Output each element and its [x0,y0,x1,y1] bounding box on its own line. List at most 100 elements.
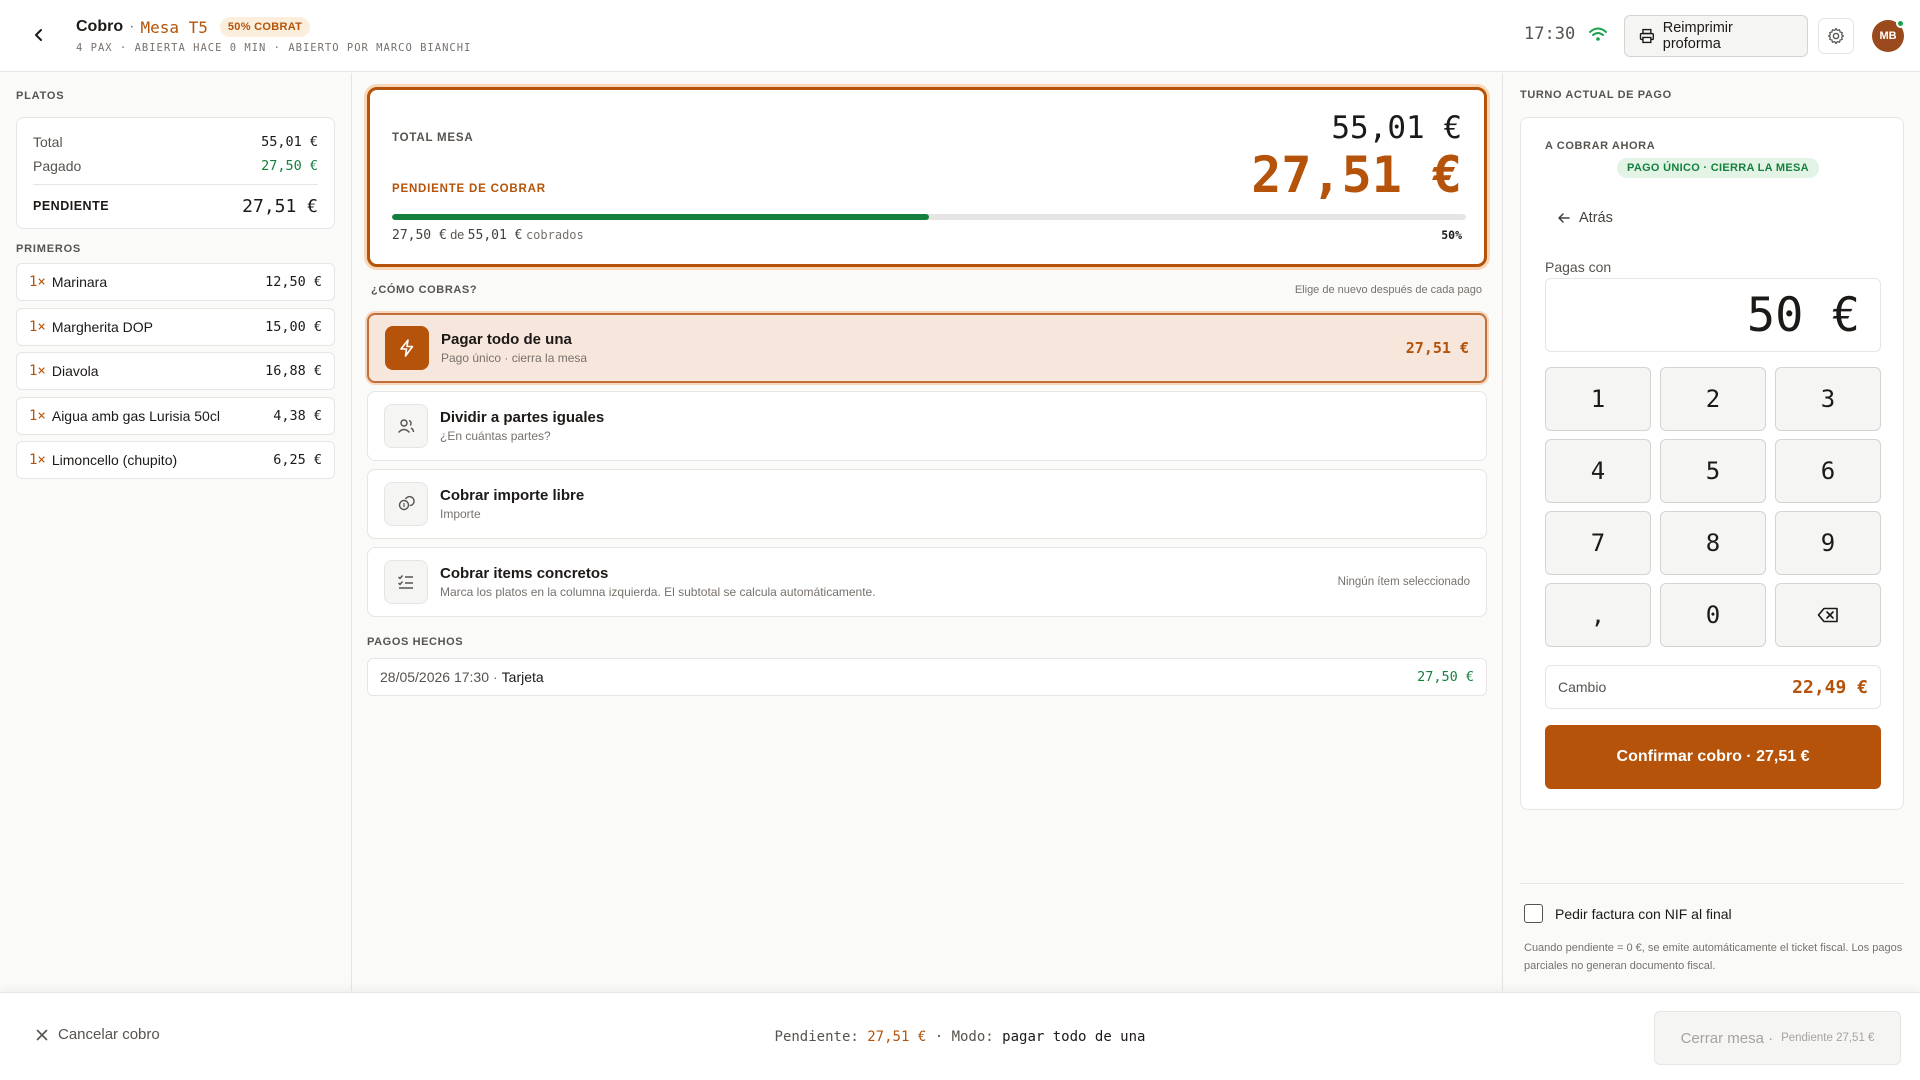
key-1[interactable]: 1 [1545,367,1651,431]
mode-value: pagar todo de una [1002,1029,1146,1045]
key-7[interactable]: 7 [1545,511,1651,575]
option-title: Cobrar importe libre [440,487,585,504]
table-meta: 4 PAX · ABIERTA HACE 0 MIN · ABIERTO POR… [76,42,472,54]
single-payment-badge: PAGO ÚNICO · CIERRA LA MESA [1617,158,1819,178]
total-label: Total [33,134,63,150]
payment-options-panel: TOTAL MESA 55,01 € PENDIENTE DE COBRAR 2… [353,73,1503,991]
change-label: Cambio [1558,679,1607,695]
option-title: Cobrar items concretos [440,565,609,582]
summary-pending-row: PENDIENTE 27,51 € [33,191,318,221]
dish-item[interactable]: 1× Margherita DOP 15,00 € [16,308,335,346]
gear-icon [1827,27,1845,45]
clock: 17:30 [1524,24,1576,44]
payment-amount: 27,50 € [1417,669,1474,685]
dish-price: 15,00 € [265,319,322,335]
printer-icon [1639,28,1654,44]
back-label: Atrás [1579,210,1613,226]
key-3[interactable]: 3 [1775,367,1881,431]
option-split-equal[interactable]: Dividir a partes iguales ¿En cuántas par… [367,391,1487,461]
selected-items-note: Ningún ítem seleccionado [1337,576,1470,588]
progress-paid: 27,50 € [392,228,447,243]
dishes-panel: PLATOS Total 55,01 € Pagado 27,50 € PEND… [0,73,352,991]
request-invoice-toggle[interactable]: Pedir factura con NIF al final [1524,904,1732,923]
payment-turn-card: A COBRAR AHORA PAGO ÚNICO · CIERRA LA ME… [1520,117,1904,810]
users-icon [384,404,428,448]
back-link[interactable]: Atrás [1557,210,1613,226]
payment-progress-fill [392,214,929,220]
dish-item[interactable]: 1× Diavola 16,88 € [16,352,335,390]
confirm-payment-button[interactable]: Confirmar cobro · 27,51 € [1545,725,1881,789]
checklist-icon [384,560,428,604]
avatar[interactable]: MB [1872,19,1905,52]
status-separator: · [934,1029,944,1045]
payment-record: 28/05/2026 17:30 · Tarjeta 27,50 € [367,658,1487,696]
dish-price: 16,88 € [265,363,322,379]
table-total-card: TOTAL MESA 55,01 € PENDIENTE DE COBRAR 2… [367,87,1487,267]
payments-made-label: PAGOS HECHOS [367,636,464,648]
dish-qty: 1× [29,274,46,290]
summary-total-row: Total 55,01 € [33,130,318,154]
option-subtitle: Marca los platos en la columna izquierda… [440,585,876,599]
status-summary: Pendiente: 27,51 € · Modo: pagar todo de… [0,1029,1920,1045]
invoice-checkbox[interactable] [1524,904,1543,923]
dish-price: 6,25 € [273,452,322,468]
arrow-left-icon [1558,213,1570,223]
payment-method-label: ¿CÓMO COBRAS? [371,284,478,296]
back-button[interactable] [22,18,56,52]
key-comma[interactable]: , [1545,583,1651,647]
paid-value: 27,50 € [261,158,318,174]
progress-percent: 50% [1441,228,1462,242]
dish-item[interactable]: 1× Marinara 12,50 € [16,263,335,301]
dish-qty: 1× [29,408,46,424]
option-subtitle: Pago único · cierra la mesa [441,351,588,365]
paid-percent-badge: 50% COBRAT [219,17,311,37]
option-subtitle: ¿En cuántas partes? [440,429,551,443]
lightning-icon [385,326,429,370]
dish-qty: 1× [29,452,46,468]
option-free-amount[interactable]: Cobrar importe libre Importe [367,469,1487,539]
option-amount: 27,51 € [1405,339,1469,357]
summary-divider [33,184,318,185]
coins-icon [384,482,428,526]
dish-price: 4,38 € [273,408,322,424]
turn-label: TURNO ACTUAL DE PAGO [1520,89,1672,101]
dish-name: Diavola [51,363,99,379]
option-pay-all[interactable]: Pagar todo de una Pago único · cierra la… [367,313,1487,383]
bottom-bar: Cancelar cobro Pendiente: 27,51 € · Modo… [0,992,1920,1080]
divider [1520,883,1904,884]
change-value: 22,49 € [1792,676,1868,698]
key-backspace[interactable] [1775,583,1881,647]
dish-name: Margherita DOP [51,319,154,335]
key-8[interactable]: 8 [1660,511,1766,575]
platos-section-label: PLATOS [16,90,65,102]
numeric-keypad: 1 2 3 4 5 6 7 8 9 , 0 [1545,367,1881,647]
close-table-pending: Pendiente 27,51 € [1781,1032,1875,1044]
option-specific-items[interactable]: Cobrar items concretos Marca los platos … [367,547,1487,617]
payment-turn-panel: TURNO ACTUAL DE PAGO A COBRAR AHORA PAGO… [1504,73,1920,991]
page-title: Cobro · Mesa T5 50% COBRAT [76,17,311,37]
payment-method: Tarjeta [501,669,544,685]
option-title: Pagar todo de una [441,331,572,348]
table-total-value: 55,01 € [1331,110,1462,146]
key-6[interactable]: 6 [1775,439,1881,503]
close-table-button[interactable]: Cerrar mesa · Pendiente 27,51 € [1654,1011,1901,1065]
progress-suffix: cobrados [525,228,584,242]
dish-qty: 1× [29,319,46,335]
pay-with-amount-input[interactable]: 50 € [1545,278,1881,352]
key-5[interactable]: 5 [1660,439,1766,503]
dish-name: Limoncello (chupito) [51,452,178,468]
pending-to-collect-value: 27,51 € [1251,146,1462,204]
key-4[interactable]: 4 [1545,439,1651,503]
dish-item[interactable]: 1× Aigua amb gas Lurisia 50cl 4,38 € [16,397,335,435]
option-title: Dividir a partes iguales [440,409,605,426]
key-0[interactable]: 0 [1660,583,1766,647]
title-label: Cobro [76,18,124,35]
key-2[interactable]: 2 [1660,367,1766,431]
reprint-proforma-button[interactable]: Reimprimir proforma [1624,15,1808,57]
settings-button[interactable] [1818,18,1854,54]
key-9[interactable]: 9 [1775,511,1881,575]
dish-name: Marinara [51,274,108,290]
dish-item[interactable]: 1× Limoncello (chupito) 6,25 € [16,441,335,479]
primeros-section-label: PRIMEROS [16,243,82,255]
summary-paid-row: Pagado 27,50 € [33,154,318,178]
